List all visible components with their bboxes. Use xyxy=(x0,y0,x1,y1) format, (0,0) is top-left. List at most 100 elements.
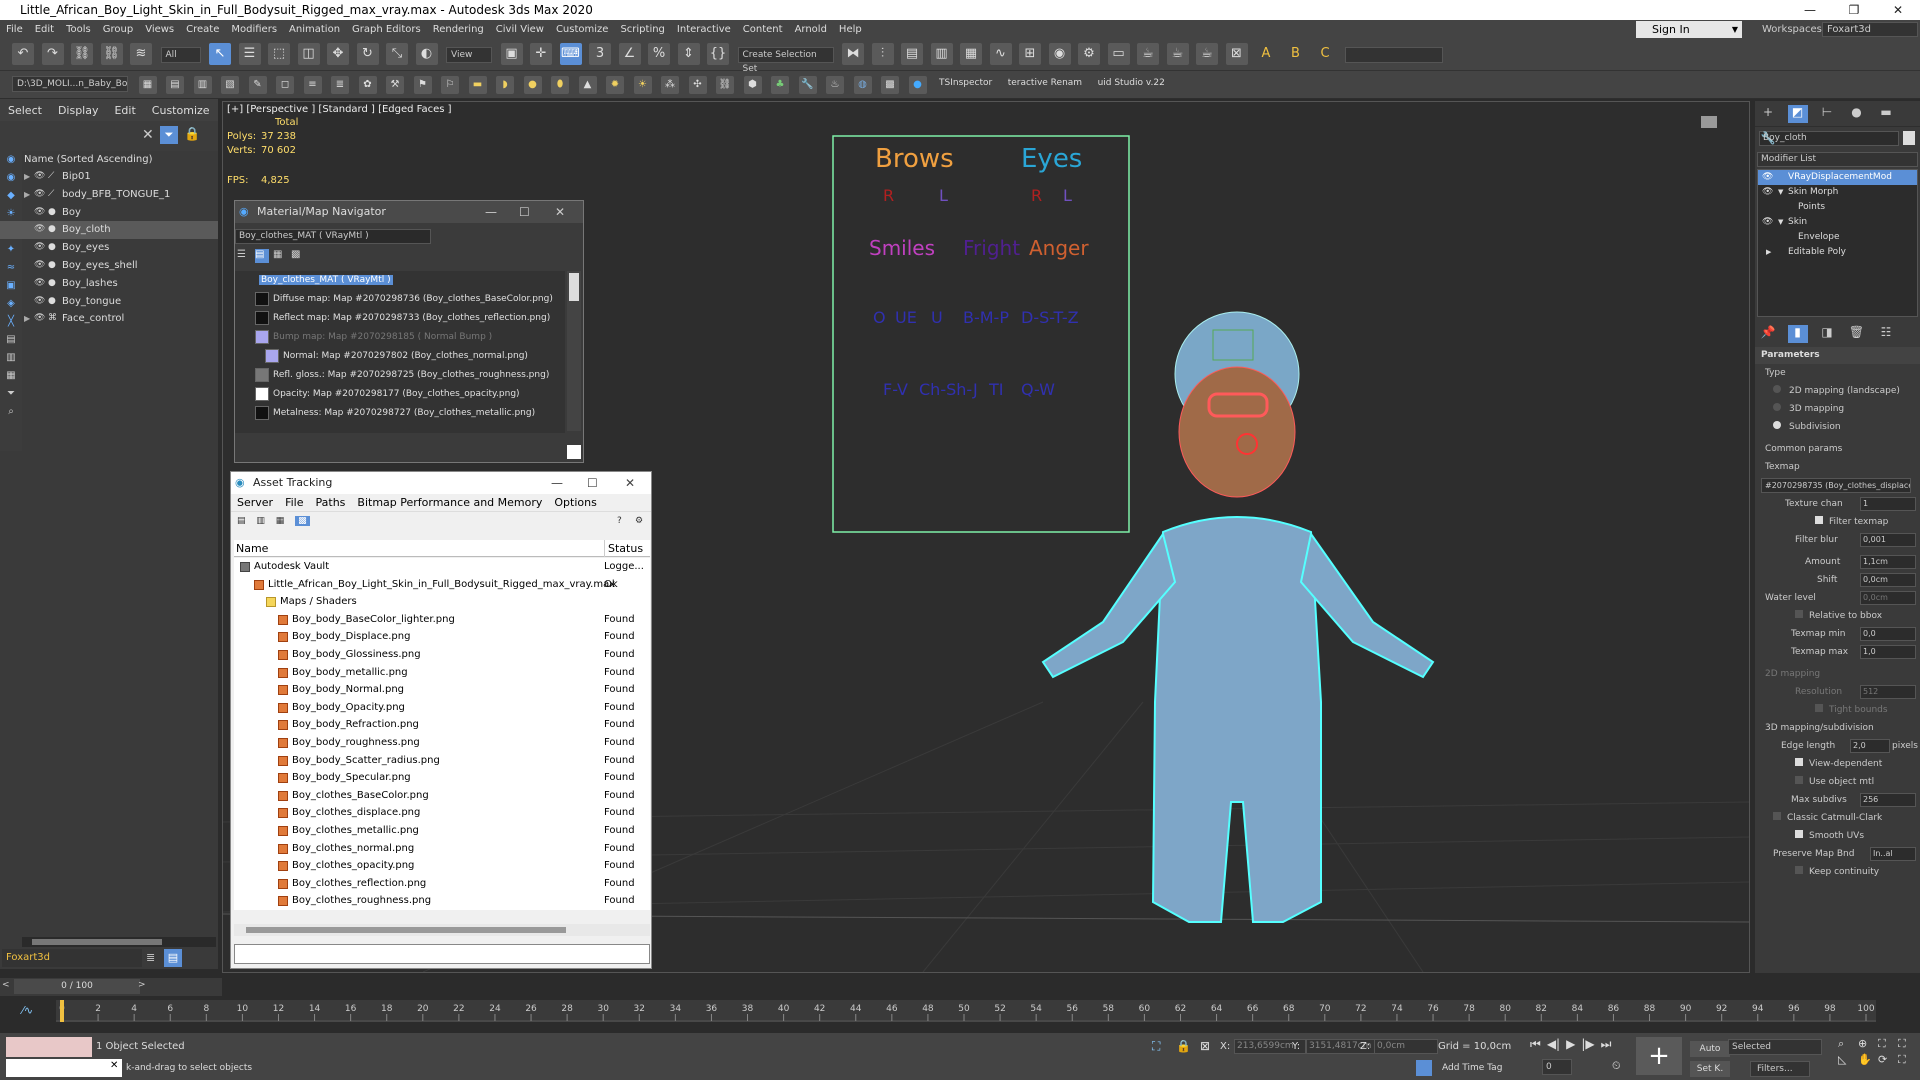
add-time-tag-button[interactable]: Add Time Tag xyxy=(1442,1063,1502,1073)
angle-snap-icon[interactable]: ∠ xyxy=(618,43,641,65)
asset-menu-file[interactable]: File xyxy=(279,496,309,509)
expand-icon[interactable]: ▶ xyxy=(1766,245,1771,260)
tight-bounds-checkbox[interactable]: Tight bounds xyxy=(1755,701,1920,719)
maximize-icon[interactable]: ☐ xyxy=(587,472,598,494)
flame-icon[interactable]: ♨ xyxy=(826,76,844,94)
menu-modifiers[interactable]: Modifiers xyxy=(225,24,283,35)
redo-icon[interactable]: ↷ xyxy=(41,43,64,65)
sphere-icon[interactable]: ● xyxy=(523,76,542,94)
maxscript-input[interactable]: ✕ xyxy=(6,1059,122,1077)
motion-tab-icon[interactable]: ● xyxy=(1847,105,1867,123)
settings-icon[interactable]: ⚙ xyxy=(635,512,643,530)
scene-item-boy[interactable]: 👁 ● Boy xyxy=(0,204,218,222)
eye-icon[interactable]: 👁 xyxy=(1762,215,1773,230)
resolution-spinner[interactable]: 512 xyxy=(1860,685,1916,699)
mirror-icon[interactable]: ⧓ xyxy=(842,43,864,65)
stack-envelope[interactable]: Envelope xyxy=(1758,230,1917,245)
tab-edit[interactable]: Edit xyxy=(106,104,143,117)
render-online-icon[interactable]: ☕ xyxy=(1196,43,1218,65)
filter-texmap-checkbox[interactable]: Filter texmap xyxy=(1755,513,1920,531)
text-a-icon[interactable]: A xyxy=(1255,43,1277,65)
classic-catmull-checkbox[interactable]: Classic Catmull-Clark xyxy=(1755,809,1920,827)
rotate-icon[interactable]: ↻ xyxy=(356,43,379,65)
align-icon[interactable]: ⫶ xyxy=(871,43,894,65)
asset-row[interactable]: Boy_body_Specular.png Found xyxy=(234,769,650,787)
menu-file[interactable]: File xyxy=(0,24,29,35)
curve-editor-mini-icon[interactable]: ⁄∿ xyxy=(22,1004,33,1017)
eye-icon[interactable]: 👁 xyxy=(34,221,45,239)
render-iterative-icon[interactable]: ⊠ xyxy=(1225,43,1248,65)
dot-icon[interactable]: ● xyxy=(908,76,927,94)
prev-frame-icon[interactable]: < xyxy=(2,980,10,990)
type-2d-mapping-radio[interactable]: 2D mapping (landscape) xyxy=(1755,382,1920,400)
scene-item-boy-tongue[interactable]: 👁 ● Boy_tongue xyxy=(0,293,218,311)
use-object-mtl-checkbox[interactable]: Use object mtl xyxy=(1755,773,1920,791)
menu-create[interactable]: Create xyxy=(180,24,225,35)
layer-tool-icon[interactable]: ▦ xyxy=(138,76,157,94)
eye-icon[interactable]: 👁 xyxy=(34,293,45,311)
matnav-root[interactable]: Boy_clothes_MAT ( VRayMtl ) xyxy=(235,271,565,290)
grid-icon[interactable]: ▩ xyxy=(881,76,899,94)
go-to-start-icon[interactable]: ⏮ xyxy=(1530,1037,1541,1052)
window-crossing-icon[interactable]: ◫ xyxy=(297,43,320,65)
menu-edit[interactable]: Edit xyxy=(29,24,60,35)
sign-in-button[interactable]: Sign In ▼ xyxy=(1636,21,1742,38)
view-list-icon[interactable]: ▤ xyxy=(237,516,246,526)
move-icon[interactable]: ✥ xyxy=(327,43,349,65)
asset-row[interactable]: Boy_clothes_normal.png Found xyxy=(234,839,650,858)
cylinder-icon[interactable]: ⬮ xyxy=(551,76,569,94)
resize-grip[interactable] xyxy=(567,445,581,459)
keep-continuity-checkbox[interactable]: Keep continuity xyxy=(1755,863,1920,881)
display-none-icon[interactable]: ◉ xyxy=(0,151,22,169)
asset-row[interactable]: Boy_body_Scatter_radius.png Found xyxy=(234,751,650,770)
texmap-min-spinner[interactable]: 0,0 xyxy=(1860,627,1916,641)
scrollbar-thumb[interactable] xyxy=(569,273,579,301)
percent-snap-icon[interactable]: % xyxy=(648,43,670,65)
asset-menu-bitmap[interactable]: Bitmap Performance and Memory xyxy=(351,496,548,509)
key-mode-icon[interactable]: ⏲ xyxy=(1612,1059,1621,1073)
layer-explorer-icon[interactable]: ▤ xyxy=(901,43,923,65)
find-icon[interactable]: ⌕ xyxy=(0,403,22,421)
toggle-ribbon-icon[interactable]: ▥ xyxy=(930,43,953,65)
time-slider[interactable]: 0 / 100 xyxy=(14,979,140,994)
scene-explorer-icon[interactable]: ▦ xyxy=(960,43,982,65)
matnav-map-row[interactable]: Refl. gloss.: Map #2070298725 (Boy_cloth… xyxy=(235,366,565,385)
asset-titlebar[interactable]: ◉ Asset Tracking — ☐ ✕ xyxy=(231,472,651,494)
filter-funnel-icon[interactable]: ⏷ xyxy=(0,385,22,403)
filter-icon[interactable]: ⏷ xyxy=(160,126,178,144)
display-none2-icon[interactable]: ▦ xyxy=(0,367,22,385)
rectangle-select-icon[interactable]: ⬚ xyxy=(268,43,290,65)
light-icon[interactable]: ✹ xyxy=(606,76,624,94)
smooth-uvs-checkbox[interactable]: Smooth UVs xyxy=(1755,827,1920,845)
text-c-icon[interactable]: C xyxy=(1314,43,1336,65)
previous-frame-icon[interactable]: ◀| xyxy=(1547,1037,1560,1052)
close-icon[interactable]: ✕ xyxy=(142,127,154,143)
eye-icon[interactable]: 👁 xyxy=(34,186,45,204)
material-editor-icon[interactable]: ◉ xyxy=(1048,43,1071,65)
expand-icon[interactable]: ▶ xyxy=(24,168,30,186)
stack-skin[interactable]: 👁 ▼ Skin xyxy=(1758,215,1917,230)
asset-menu-options[interactable]: Options xyxy=(548,496,602,509)
stack-skin-morph[interactable]: 👁 ▼ Skin Morph xyxy=(1758,185,1917,200)
pin-stack-icon[interactable]: 📌 xyxy=(1758,325,1778,343)
eye-icon[interactable]: 👁 xyxy=(34,275,45,293)
asset-row[interactable]: Boy_clothes_roughness.png Found xyxy=(234,892,650,910)
tool-c-icon[interactable]: ⚐ xyxy=(441,76,459,94)
edge-length-spinner[interactable]: 2,0 xyxy=(1850,739,1890,753)
render-production-icon[interactable]: ☕ xyxy=(1166,43,1189,65)
chain-icon[interactable]: ⛓ xyxy=(716,76,734,94)
list2-icon[interactable]: ≣ xyxy=(331,76,349,94)
menu-help[interactable]: Help xyxy=(833,24,868,35)
extra-dropdown[interactable] xyxy=(1344,47,1443,63)
create-tab-icon[interactable]: + xyxy=(1758,105,1778,123)
menu-tools[interactable]: Tools xyxy=(60,24,97,35)
set-key-button[interactable]: Set K. xyxy=(1690,1061,1730,1077)
minimize-icon[interactable]: — xyxy=(485,201,497,223)
asset-menu-paths[interactable]: Paths xyxy=(310,496,352,509)
list-view-icon[interactable]: ☰ xyxy=(237,249,251,263)
type-subdivision-radio[interactable]: Subdivision xyxy=(1755,418,1920,436)
asset-row[interactable]: Boy_clothes_BaseColor.png Found xyxy=(234,786,650,805)
text-b-icon[interactable]: B xyxy=(1285,43,1307,65)
view-table-icon[interactable]: ▥ xyxy=(256,516,265,526)
named-selection-dropdown[interactable]: Create Selection Set xyxy=(737,47,834,74)
